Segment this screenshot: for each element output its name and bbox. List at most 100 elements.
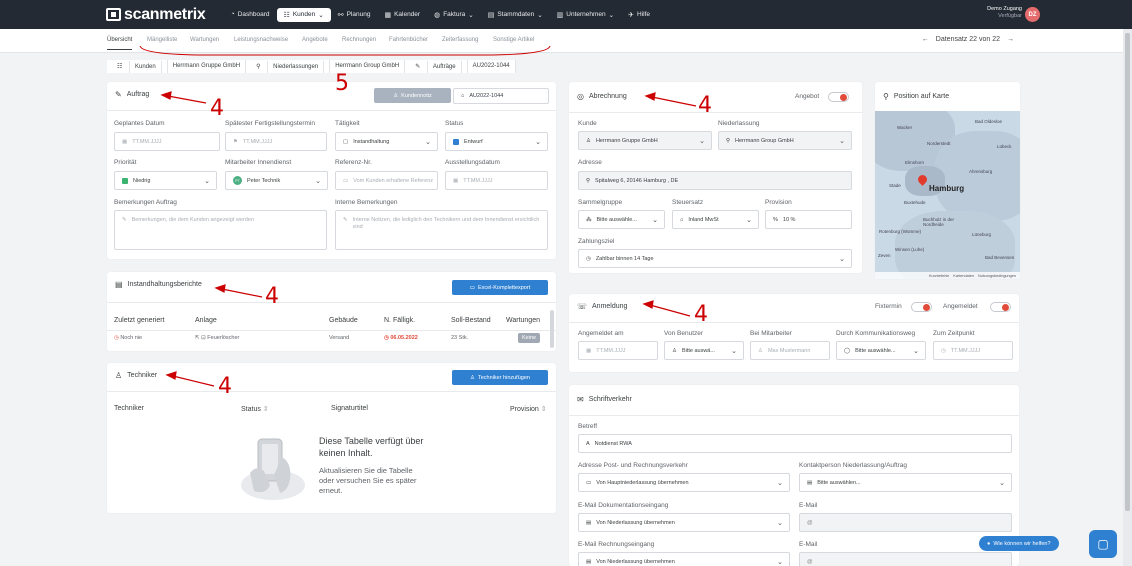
pen-icon: ✎ xyxy=(122,217,127,223)
logo[interactable]: scanmetrix xyxy=(106,6,206,24)
karte-header: ⚲ Position auf Karte xyxy=(883,92,949,101)
column-header[interactable]: N. Fälligk. xyxy=(384,317,415,324)
email-rechnung-field[interactable]: @ xyxy=(799,552,1012,566)
chevron-down-icon: ⌄ xyxy=(777,480,783,487)
nav-planung[interactable]: ⚯ Planung xyxy=(331,8,378,22)
kunde-select[interactable]: ♙ Herrmann Gruppe GmbH ⌄ xyxy=(578,131,712,150)
fixtermin-toggle[interactable] xyxy=(911,302,932,312)
tab-uebersicht[interactable]: Übersicht xyxy=(107,37,133,50)
nav-kalender[interactable]: ▦ Kalender xyxy=(377,8,427,22)
column-header[interactable]: Zuletzt generiert xyxy=(114,317,165,324)
logo-icon xyxy=(106,8,121,21)
steuersatz-select[interactable]: ⌂ Inland MwSt ⌄ xyxy=(672,210,759,229)
mitarbeiter-select[interactable]: PT Peter Technik ⌄ xyxy=(225,171,328,190)
column-header[interactable]: Techniker xyxy=(114,405,144,412)
tab-sonstige-artikel[interactable]: Sonstige Artikel xyxy=(493,37,534,43)
label-kommunikationsweg: Durch Kommunikationsweg xyxy=(836,330,916,337)
sammelgruppe-select[interactable]: ⁂ Bitte auswähle... ⌄ xyxy=(578,210,665,229)
empty-state-title: Diese Tabelle verfügt über keinen Inhalt… xyxy=(319,436,424,458)
tab-zeiterfassung[interactable]: Zeiterfassung xyxy=(442,37,478,43)
chevron-down-icon: ⌄ xyxy=(777,520,783,527)
taetigkeit-select[interactable]: ▢ Instandhaltung ⌄ xyxy=(335,132,438,151)
interne-bemerkungen-textarea[interactable]: ✎ Interne Notizen, die lediglich den Tech… xyxy=(335,210,548,250)
breadcrumb-order[interactable]: AU2022-1044 xyxy=(468,60,516,73)
order-number-field[interactable]: ⌂ AU2022-1044 xyxy=(453,88,549,104)
prioritaet-select[interactable]: Niedrig ⌄ xyxy=(114,171,217,190)
field-placeholder: Vom Kunden erhaltene Referenz xyxy=(353,177,434,184)
arrow-left-icon[interactable]: ← xyxy=(922,36,929,43)
scrollbar-thumb[interactable] xyxy=(1125,33,1130,511)
angemeldet-toggle[interactable] xyxy=(990,302,1011,312)
map-footer-link[interactable]: Kartendaten xyxy=(953,274,974,278)
tab-angebote[interactable]: Angebote xyxy=(302,37,328,43)
map-city-label: Hamburg xyxy=(929,184,965,193)
cell-text: 06.05.2022 xyxy=(390,335,418,341)
niederlassung-select[interactable]: ⚲ Herrmann Group GmbH ⌄ xyxy=(718,131,852,150)
column-header[interactable]: Anlage xyxy=(195,317,217,324)
bemerkungen-textarea[interactable]: ✎ Bemerkungen, die dem Kunden angezeigt w… xyxy=(114,210,327,250)
provision-input[interactable]: % 10 % xyxy=(765,210,852,229)
chevron-down-icon: ⌄ xyxy=(731,348,737,355)
tab-wartungen[interactable]: Wartungen xyxy=(190,37,219,43)
email-rechnung-select[interactable]: ▤ Von Niederlassung übernehmen ⌄ xyxy=(578,552,790,566)
label-email-doku: E-Mail Dokumentationseingang xyxy=(578,502,669,509)
kontaktperson-select[interactable]: ▤ Bitte auswählen... ⌄ xyxy=(799,473,1012,492)
zahlungsziel-select[interactable]: ◷ Zahlbar binnen 14 Tage ⌄ xyxy=(578,249,852,268)
nav-label: Dashboard xyxy=(237,11,270,18)
help-chat-bubble[interactable]: ● Wie können wir helfen? xyxy=(979,536,1059,551)
nav-dashboard[interactable]: ◔ Dashboard xyxy=(224,8,277,22)
field-value: AU2022-1044 xyxy=(469,93,504,99)
kommunikationsweg-select[interactable]: ◯ Bitte auswähle... ⌄ xyxy=(836,341,926,360)
arrow-right-icon[interactable]: → xyxy=(1007,36,1014,43)
tab-maengelliste[interactable]: Mängelliste xyxy=(147,37,177,43)
nav-hilfe[interactable]: ✈ Hilfe xyxy=(621,8,657,22)
angemeldet-am-input[interactable]: ▦ TT.MM.JJJJ xyxy=(578,341,658,360)
angebot-label: Angebot xyxy=(795,93,820,100)
chat-button[interactable]: ▢ xyxy=(1089,530,1117,558)
nav-faktura[interactable]: ◍ Faktura ⌄ xyxy=(427,8,481,22)
techniker-hinzufuegen-button[interactable]: ♙ Techniker hinzufügen xyxy=(452,370,548,385)
bei-mitarbeiter-input[interactable]: ♙ Max Mustermann xyxy=(750,341,830,360)
breadcrumb-customer[interactable]: Herrmann Gruppe GmbH xyxy=(168,60,247,73)
breadcrumb-kunden[interactable]: ☷ Kunden xyxy=(107,60,168,73)
status-select[interactable]: Entwurf ⌄ xyxy=(445,132,548,151)
ausstellungsdatum-input[interactable]: ▦ TT.MM.JJJJ xyxy=(445,171,548,190)
map-footer-link[interactable]: Kurzbefehle xyxy=(929,274,949,278)
nav-stammdaten[interactable]: ▤ Stammdaten ⌄ xyxy=(481,8,550,22)
column-header[interactable]: Signaturtitel xyxy=(331,405,368,412)
column-header[interactable]: Status ⇕ xyxy=(241,405,269,413)
column-header[interactable]: Soll-Bestand xyxy=(451,317,491,324)
email-doku-select[interactable]: ▤ Von Niederlassung übernehmen ⌄ xyxy=(578,513,790,532)
adresse-post-select[interactable]: ▭ Von Hauptniederlassung übernehmen ⌄ xyxy=(578,473,790,492)
map-footer-link[interactable]: Nutzungsbedingungen xyxy=(978,274,1016,278)
angebot-toggle[interactable] xyxy=(828,92,849,102)
adresse-field[interactable]: ⚲ Spitalweg 6, 20146 Hamburg , DE xyxy=(578,171,852,190)
tab-fahrtenbuecher[interactable]: Fahrtenbücher xyxy=(389,37,428,43)
geplantes-datum-input[interactable]: ▦ TT.MM.JJJJ xyxy=(114,132,220,151)
breadcrumb-auftraege[interactable]: ✎ Aufträge xyxy=(405,60,468,73)
excel-export-button[interactable]: ▭ Excel-Komplettexport xyxy=(452,280,548,295)
tab-leistungsnachweise[interactable]: Leistungsnachweise xyxy=(234,37,288,43)
person-add-icon: ♙ xyxy=(470,374,475,381)
column-header[interactable]: Provision ⇕ xyxy=(510,405,547,413)
von-benutzer-select[interactable]: ♙ Bitte auswä... ⌄ xyxy=(664,341,744,360)
nav-unternehmen[interactable]: ▥ Unternehmen ⌄ xyxy=(550,8,621,22)
chat-label: Wie können wir helfen? xyxy=(993,540,1051,547)
email-doku-field[interactable]: @ xyxy=(799,513,1012,532)
scrollbar[interactable] xyxy=(550,310,554,348)
breadcrumb-niederlassungen[interactable]: ⚲ Niederlassungen xyxy=(246,60,331,73)
map-label: Wacker xyxy=(897,125,913,130)
tab-rechnungen[interactable]: Rechnungen xyxy=(342,37,376,43)
avatar[interactable]: DZ xyxy=(1025,7,1040,22)
column-header[interactable]: Gebäude xyxy=(329,317,358,324)
betreff-input[interactable]: A Notdienst RWA xyxy=(578,434,1012,453)
referenz-input[interactable]: ▭ Vom Kunden erhaltene Referenz xyxy=(335,171,438,190)
zeitpunkt-input[interactable]: ◷ TT.MM.JJJJ xyxy=(933,341,1013,360)
user-info[interactable]: Demo Zugang Verfügbar xyxy=(987,6,1022,20)
fertigstellung-input[interactable]: ⚑ TT.MM.JJJJ xyxy=(225,132,327,151)
map[interactable]: Wacker Norderstedt Lübeck Elmshorn Stade… xyxy=(875,111,1020,279)
nav-kunden[interactable]: ☷ Kunden ⌄ xyxy=(276,7,331,22)
kundennotiz-button[interactable]: ♙ Kundennotiz xyxy=(374,88,451,103)
annotation-label: 5 xyxy=(335,71,349,96)
column-header[interactable]: Wartungen xyxy=(506,317,540,324)
